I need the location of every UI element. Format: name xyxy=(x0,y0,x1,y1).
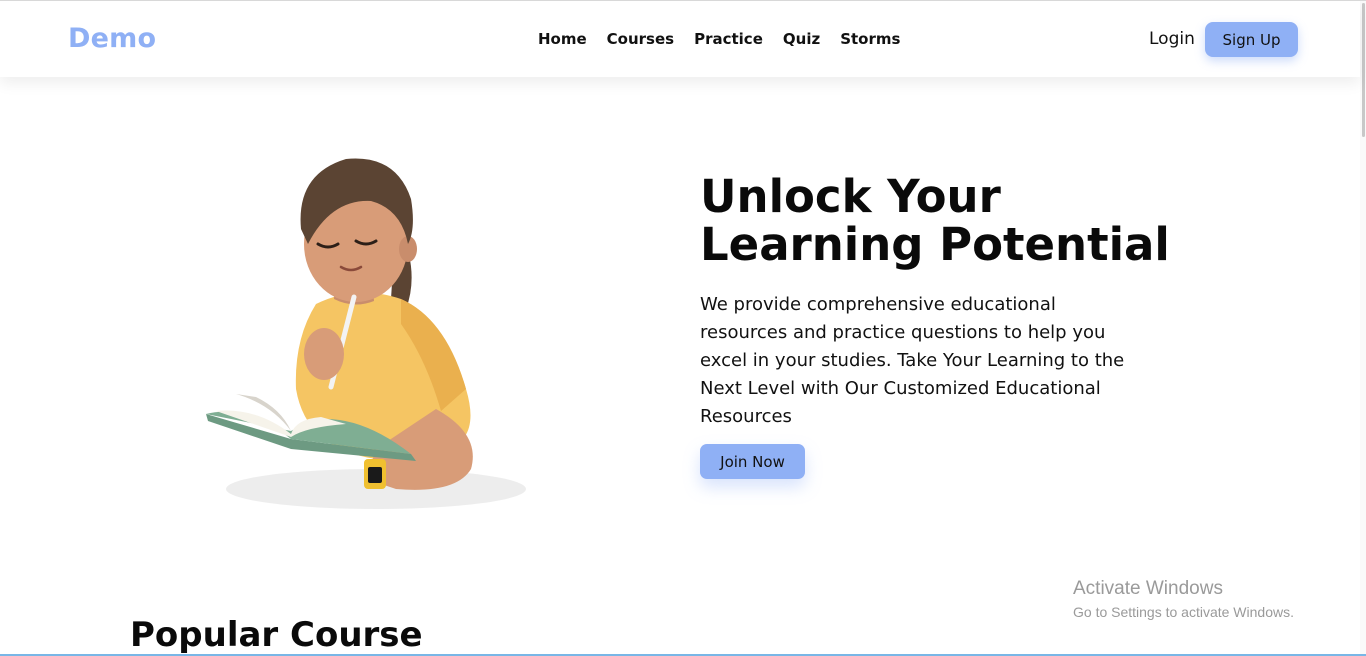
logo[interactable]: Demo xyxy=(68,23,156,54)
hero-title-line-1: Unlock Your xyxy=(700,170,1001,223)
watermark-title: Activate Windows xyxy=(1073,578,1223,599)
scrollbar[interactable] xyxy=(1360,1,1366,656)
join-now-button[interactable]: Join Now xyxy=(700,444,805,479)
nav-practice[interactable]: Practice xyxy=(694,30,763,48)
hero-title-line-2: Learning Potential xyxy=(700,218,1170,271)
nav-courses[interactable]: Courses xyxy=(607,30,674,48)
main-nav: Home Courses Practice Quiz Storms xyxy=(538,30,900,48)
signup-button[interactable]: Sign Up xyxy=(1205,22,1298,57)
nav-storms[interactable]: Storms xyxy=(840,30,900,48)
login-link[interactable]: Login xyxy=(1149,29,1195,49)
watermark-subtitle: Go to Settings to activate Windows. xyxy=(1073,604,1294,620)
hero-title: Unlock Your Learning Potential xyxy=(700,173,1170,269)
nav-quiz[interactable]: Quiz xyxy=(783,30,820,48)
hero-description: We provide comprehensive educational res… xyxy=(700,294,1125,427)
popular-course-heading: Popular Course xyxy=(130,615,423,655)
page: Demo Home Courses Practice Quiz Storms L… xyxy=(0,0,1366,656)
nav-home[interactable]: Home xyxy=(538,30,587,48)
site-header: Demo Home Courses Practice Quiz Storms L… xyxy=(0,1,1360,77)
scrollbar-thumb[interactable] xyxy=(1362,3,1365,137)
windows-activation-watermark: Activate Windows Go to Settings to activ… xyxy=(1073,578,1294,620)
student-reading-illustration xyxy=(206,158,526,509)
